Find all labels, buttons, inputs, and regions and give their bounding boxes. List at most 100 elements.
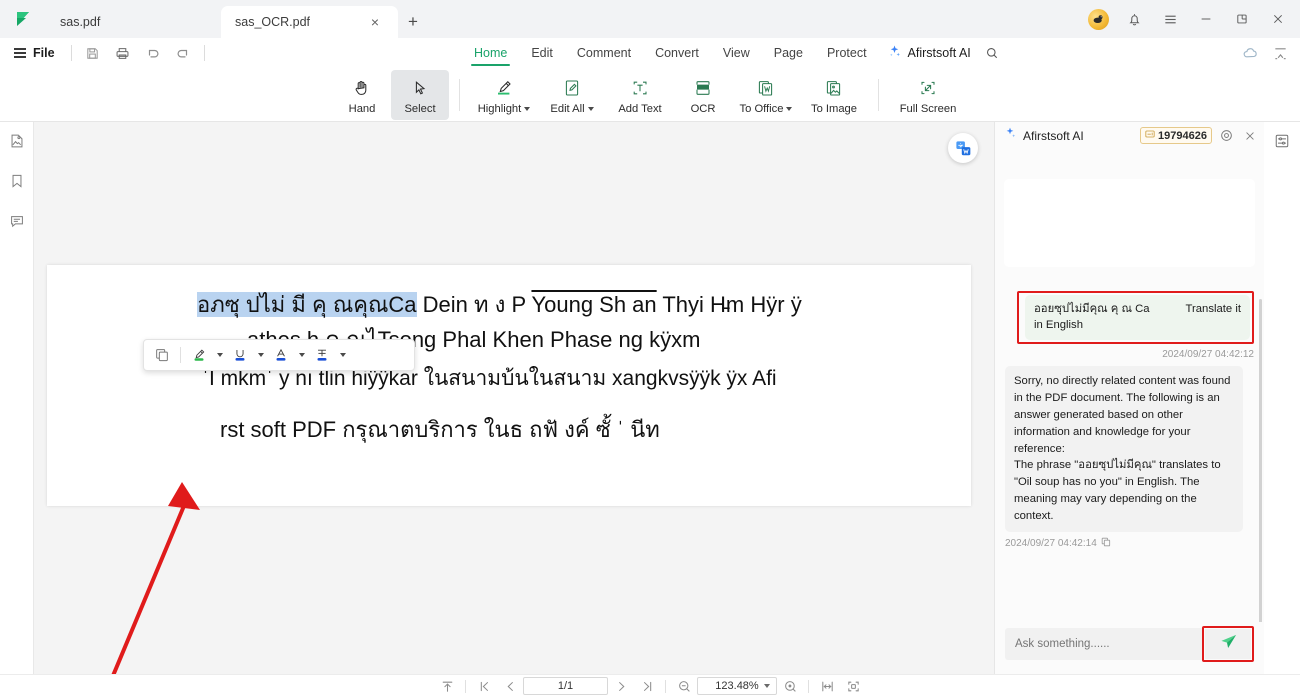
copy-icon[interactable] [1101, 537, 1111, 550]
page-number-input[interactable] [523, 677, 608, 695]
ai-menu-label: Afirstsoft AI [907, 46, 971, 60]
redo-icon[interactable] [168, 38, 198, 68]
text-selection-toolbar[interactable] [143, 339, 415, 371]
first-page-icon[interactable] [471, 675, 497, 697]
tab-sas-pdf[interactable]: sas.pdf [46, 6, 221, 38]
chevron-down-icon[interactable] [295, 343, 308, 367]
minimize-button[interactable] [1188, 0, 1224, 38]
tab-label: Protect [826, 45, 867, 60]
comment-icon[interactable] [4, 208, 30, 234]
tool-add-text[interactable]: Add Text [606, 70, 674, 120]
bell-icon[interactable] [1116, 0, 1152, 38]
bookmark-icon[interactable] [4, 168, 30, 194]
credits-badge[interactable]: 19794626 [1140, 127, 1212, 144]
collapse-ribbon-icon[interactable] [1266, 39, 1294, 67]
zoom-out-icon[interactable] [671, 675, 697, 697]
document-text: Dein ท ง P [416, 292, 532, 317]
file-menu-label: File [33, 46, 55, 60]
tab-page[interactable]: Page [762, 42, 815, 65]
chevron-down-icon[interactable] [786, 107, 793, 111]
chevron-down-icon[interactable] [254, 343, 267, 367]
zoom-level-value: 123.48% [715, 680, 759, 692]
tool-label: Highlight [478, 103, 531, 115]
tool-ocr[interactable]: OCR [674, 70, 732, 120]
tab-afirstsoft-ai[interactable]: Afirstsoft AI [879, 40, 979, 66]
tool-select[interactable]: Select [391, 69, 449, 120]
tool-full-screen[interactable]: Full Screen [889, 70, 967, 120]
close-icon[interactable] [1241, 127, 1258, 144]
user-message-source-text: ออยซุปไม่มีคุณ คุ ณ Ca [1034, 303, 1150, 315]
close-window-button[interactable] [1260, 0, 1296, 38]
tool-label: Edit All [550, 103, 594, 115]
chevron-down-icon[interactable] [524, 107, 531, 111]
credit-card-icon [1145, 129, 1155, 142]
send-button[interactable] [1205, 629, 1251, 659]
right-sidebar-rail [1264, 122, 1300, 674]
credits-value: 19794626 [1158, 129, 1207, 142]
highlight-marker-icon[interactable] [187, 343, 211, 367]
new-tab-button[interactable]: + [398, 6, 428, 38]
tool-hand[interactable]: Hand [333, 70, 391, 120]
properties-panel-icon[interactable] [1269, 128, 1295, 154]
thumbnail-page-icon[interactable] [4, 128, 30, 154]
document-text: Thyi H̵m Hÿr ÿ [656, 292, 802, 317]
prev-page-icon[interactable] [497, 675, 523, 697]
cloud-icon[interactable] [1236, 39, 1264, 67]
tab-view[interactable]: View [711, 42, 762, 65]
tab-sas-ocr-pdf[interactable]: sas_OCR.pdf × [221, 6, 398, 38]
document-viewport[interactable]: อภซุ ปไม่ มี คุ ณคุณCa Dein ท ง P Young … [34, 122, 994, 674]
next-page-icon[interactable] [608, 675, 634, 697]
search-icon[interactable] [979, 40, 1005, 66]
chevron-down-icon[interactable] [587, 107, 594, 111]
ai-side-panel: Afirstsoft AI 19794626 ออยซุปไม่มีคุณ คุ… [994, 122, 1264, 674]
print-icon[interactable] [108, 38, 138, 68]
tool-to-image[interactable]: To Image [800, 70, 868, 120]
to-office-icon [756, 76, 776, 100]
assistant-message-meta: 2024/09/27 04:42:14 [1005, 537, 1254, 550]
tab-edit[interactable]: Edit [519, 42, 565, 65]
tab-comment[interactable]: Comment [565, 42, 643, 65]
ai-prompt-input[interactable] [1005, 628, 1202, 660]
tool-label: Add Text [618, 103, 662, 115]
chevron-down-icon[interactable] [213, 343, 226, 367]
ai-panel-scrollbar[interactable] [1259, 299, 1262, 622]
tab-bar: sas.pdf sas_OCR.pdf × + [0, 0, 1300, 38]
tool-edit-all[interactable]: Edit All [538, 70, 606, 120]
zoom-in-icon[interactable] [777, 675, 803, 697]
settings-gear-icon[interactable] [1218, 127, 1235, 144]
ai-chat-body[interactable]: ออยซุปไม่มีคุณ คุ ณ Ca Translate it in E… [995, 149, 1264, 622]
restore-window-icon[interactable] [1224, 0, 1260, 38]
copy-icon[interactable] [150, 343, 174, 367]
tool-to-office[interactable]: To Office [732, 70, 800, 120]
scroll-to-top-icon[interactable] [434, 675, 460, 697]
account-avatar[interactable] [1080, 0, 1116, 38]
pdf-page[interactable]: อภซุ ปไม่ มี คุ ณคุณCa Dein ท ง P Young … [47, 265, 971, 506]
assistant-message-bubble[interactable]: Sorry, no directly related content was f… [1005, 365, 1243, 533]
underline-icon[interactable] [228, 343, 252, 367]
ai-sparkle-icon [887, 44, 902, 62]
zoom-level-select[interactable]: 123.48% [697, 677, 777, 695]
divider [203, 45, 205, 61]
close-icon[interactable]: × [366, 13, 384, 31]
fit-width-icon[interactable] [814, 675, 840, 697]
chevron-down-icon[interactable] [764, 684, 770, 688]
tab-home[interactable]: Home [462, 42, 519, 66]
to-image-icon [824, 76, 844, 100]
chevron-down-icon[interactable] [336, 343, 349, 367]
tool-label: OCR [690, 103, 716, 115]
translate-icon[interactable] [948, 133, 978, 163]
undo-icon[interactable] [138, 38, 168, 68]
file-menu-button[interactable]: File [0, 38, 65, 68]
tab-convert[interactable]: Convert [643, 42, 711, 65]
squiggly-underline-icon[interactable] [269, 343, 293, 367]
tab-protect[interactable]: Protect [815, 42, 879, 65]
edit-document-icon [562, 76, 582, 100]
tool-label-text: To Office [739, 103, 784, 115]
save-icon[interactable] [78, 38, 108, 68]
last-page-icon[interactable] [634, 675, 660, 697]
hamburger-menu-icon[interactable] [1152, 0, 1188, 38]
user-message-bubble[interactable]: ออยซุปไม่มีคุณ คุ ณ Ca Translate it in E… [1025, 295, 1250, 340]
fit-page-icon[interactable] [840, 675, 866, 697]
tool-highlight[interactable]: Highlight [470, 70, 538, 120]
strikethrough-icon[interactable] [310, 343, 334, 367]
